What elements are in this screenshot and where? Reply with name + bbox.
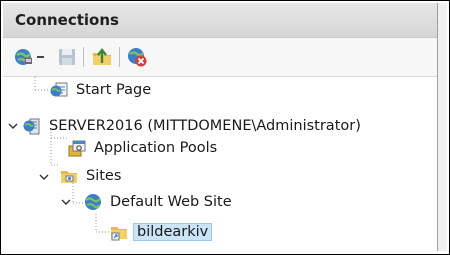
tree-label-start-page: Start Page <box>76 82 152 98</box>
server-icon <box>23 118 40 135</box>
connect-dropdown-button[interactable] <box>36 46 46 68</box>
tree-label-server: SERVER2016 (MITTDOMENE\Administrator) <box>49 118 361 134</box>
tree-node-sites[interactable]: Sites <box>59 164 124 188</box>
panel-title: Connections <box>15 11 119 29</box>
start-page-icon <box>50 82 68 97</box>
tree-label-bildearkiv: bildearkiv <box>133 223 213 241</box>
sites-folder-icon <box>61 171 77 183</box>
connect-button[interactable] <box>13 46 35 68</box>
tree-label-application-pools: Application Pools <box>94 140 218 156</box>
up-folder-icon <box>93 48 111 65</box>
dropdown-arrow-icon <box>37 56 44 58</box>
toolbar-separator <box>83 47 84 67</box>
tree-node-bildearkiv[interactable]: bildearkiv <box>109 220 213 244</box>
save-button[interactable] <box>56 46 78 68</box>
disconnect-icon <box>128 48 147 67</box>
application-folder-icon <box>111 227 127 241</box>
up-level-button[interactable] <box>91 46 113 68</box>
tree-label-sites: Sites <box>86 168 122 184</box>
panel-splitter[interactable] <box>438 3 447 251</box>
tree-label-default-web-site: Default Web Site <box>110 194 232 210</box>
tree-node-server[interactable]: SERVER2016 (MITTDOMENE\Administrator) <box>22 114 364 138</box>
disconnect-button[interactable] <box>126 46 148 68</box>
connect-globe-icon <box>15 49 32 65</box>
tree-node-default-web-site[interactable]: Default Web Site <box>83 190 235 214</box>
connections-toolbar <box>3 38 437 77</box>
panel-header: Connections <box>3 3 437 38</box>
web-site-globe-icon <box>85 194 101 210</box>
save-icon <box>59 49 75 65</box>
toolbar-separator <box>119 47 120 67</box>
connections-window: Connections Start Page SERVER2016 (MITTD… <box>0 0 450 255</box>
connections-panel: Connections Start Page SERVER2016 (MITTD… <box>3 3 438 251</box>
chevron-down-icon[interactable] <box>38 171 50 183</box>
application-pools-icon <box>68 140 86 157</box>
connections-tree: Start Page SERVER2016 (MITTDOMENE\Admini… <box>3 77 437 251</box>
tree-node-application-pools[interactable]: Application Pools <box>67 136 220 160</box>
chevron-down-icon[interactable] <box>7 120 19 132</box>
tree-node-start-page[interactable]: Start Page <box>49 78 154 102</box>
chevron-down-icon[interactable] <box>60 196 72 208</box>
